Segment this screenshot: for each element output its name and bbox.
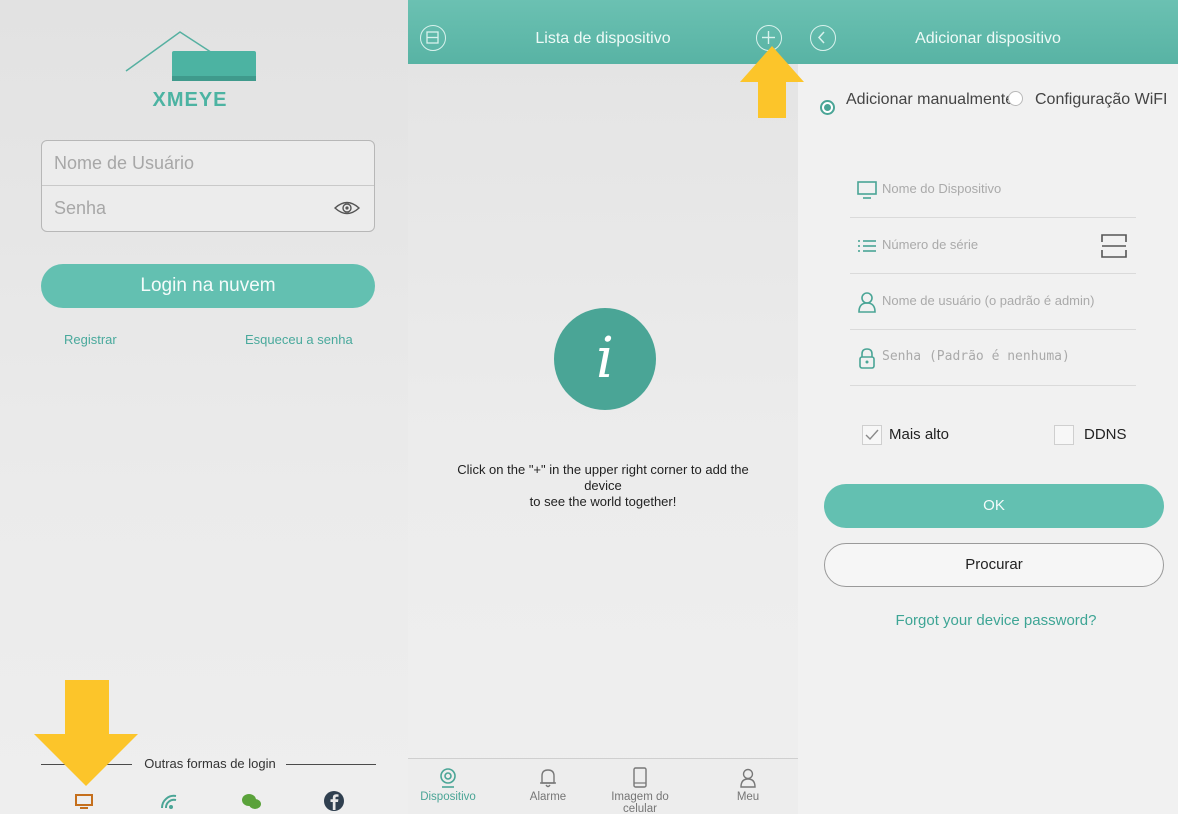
wifi-config-label[interactable]: Configuração WiFI — [1035, 91, 1168, 109]
login-button[interactable]: Login na nuvem — [41, 264, 375, 308]
username-field[interactable]: Nome de Usuário — [42, 141, 374, 186]
add-device-header: Adicionar dispositivo — [798, 0, 1178, 64]
device-password-field[interactable]: Senha (Padrão é nenhuma) — [850, 330, 1136, 386]
highlight-arrow-up-icon — [740, 46, 804, 118]
qr-scan-icon[interactable] — [1100, 232, 1128, 260]
forgot-password-link[interactable]: Esqueceu a senha — [245, 332, 353, 347]
search-button[interactable]: Procurar — [824, 543, 1164, 587]
device-list-screen: Lista de dispositivo i Click on the "+" … — [408, 0, 798, 814]
password-field[interactable]: Senha — [42, 186, 374, 231]
tab-imagem-do-celular[interactable]: Imagem do celular — [594, 759, 686, 814]
device-username-placeholder: Nome de usuário (o padrão é admin) — [882, 293, 1095, 308]
highlight-arrow-down-icon — [34, 680, 138, 786]
manual-mode-label[interactable]: Adicionar manualmente — [846, 91, 1014, 109]
empty-state-message: Click on the "+" in the upper right corn… — [418, 462, 788, 510]
device-name-field[interactable]: Nome do Dispositivo — [850, 162, 1136, 218]
tab-meu[interactable]: Meu — [708, 759, 788, 814]
lock-icon — [859, 348, 875, 369]
higher-checkbox[interactable] — [862, 425, 882, 445]
device-name-placeholder: Nome do Dispositivo — [882, 181, 1002, 196]
bell-icon — [540, 769, 556, 788]
eye-icon[interactable] — [334, 199, 360, 217]
tab-alarme[interactable]: Alarme — [508, 759, 588, 814]
manual-mode-radio[interactable] — [820, 100, 835, 115]
add-device-screen: Adicionar dispositivo Adicionar manualme… — [798, 0, 1178, 814]
ddns-label[interactable]: DDNS — [1084, 426, 1127, 443]
device-password-placeholder: Senha (Padrão é nenhuma) — [882, 349, 1070, 364]
forgot-device-password-link[interactable]: Forgot your device password? — [798, 612, 1178, 629]
user-icon — [858, 292, 876, 313]
phone-icon — [633, 767, 647, 788]
tab-label: Meu — [736, 791, 760, 803]
list-icon — [858, 240, 876, 252]
wifi-icon[interactable] — [158, 790, 180, 812]
other-login-label: Outras formas de login — [144, 756, 276, 771]
register-link[interactable]: Registrar — [64, 332, 117, 347]
password-placeholder: Senha — [54, 198, 107, 218]
ok-button[interactable]: OK — [824, 484, 1164, 528]
login-screen: XMEYE Nome de Usuário Senha Login na nuv… — [0, 0, 408, 814]
tab-label: Imagem do celular — [611, 791, 669, 814]
login-form: Nome de Usuário Senha — [41, 140, 375, 232]
brand-name: XMEYE — [152, 89, 228, 111]
tab-dispositivo[interactable]: Dispositivo — [408, 759, 488, 814]
empty-message-line: device — [584, 478, 622, 493]
wifi-config-radio[interactable] — [1008, 91, 1023, 106]
empty-message-line: Click on the "+" in the upper right corn… — [457, 462, 749, 477]
camera-icon — [440, 768, 456, 788]
tab-label: Dispositivo — [420, 791, 476, 803]
bottom-tab-bar: Dispositivo Alarme Imagem do celular Meu — [408, 758, 798, 814]
monitor-icon[interactable] — [73, 790, 95, 812]
ddns-checkbox[interactable] — [1054, 425, 1074, 445]
facebook-icon[interactable] — [323, 790, 345, 812]
check-icon — [865, 429, 879, 441]
monitor-icon — [857, 181, 877, 199]
serial-number-field[interactable]: Número de série — [850, 218, 1136, 274]
wechat-icon[interactable] — [240, 790, 262, 812]
info-icon: i — [554, 308, 656, 410]
user-icon — [740, 768, 756, 788]
empty-message-line: to see the world together! — [529, 494, 677, 509]
tab-label: Alarme — [529, 791, 567, 803]
divider-right — [286, 764, 376, 765]
serial-number-placeholder: Número de série — [882, 237, 979, 252]
device-username-field[interactable]: Nome de usuário (o padrão é admin) — [850, 274, 1136, 330]
higher-label[interactable]: Mais alto — [889, 426, 949, 443]
page-title: Adicionar dispositivo — [915, 30, 1061, 47]
